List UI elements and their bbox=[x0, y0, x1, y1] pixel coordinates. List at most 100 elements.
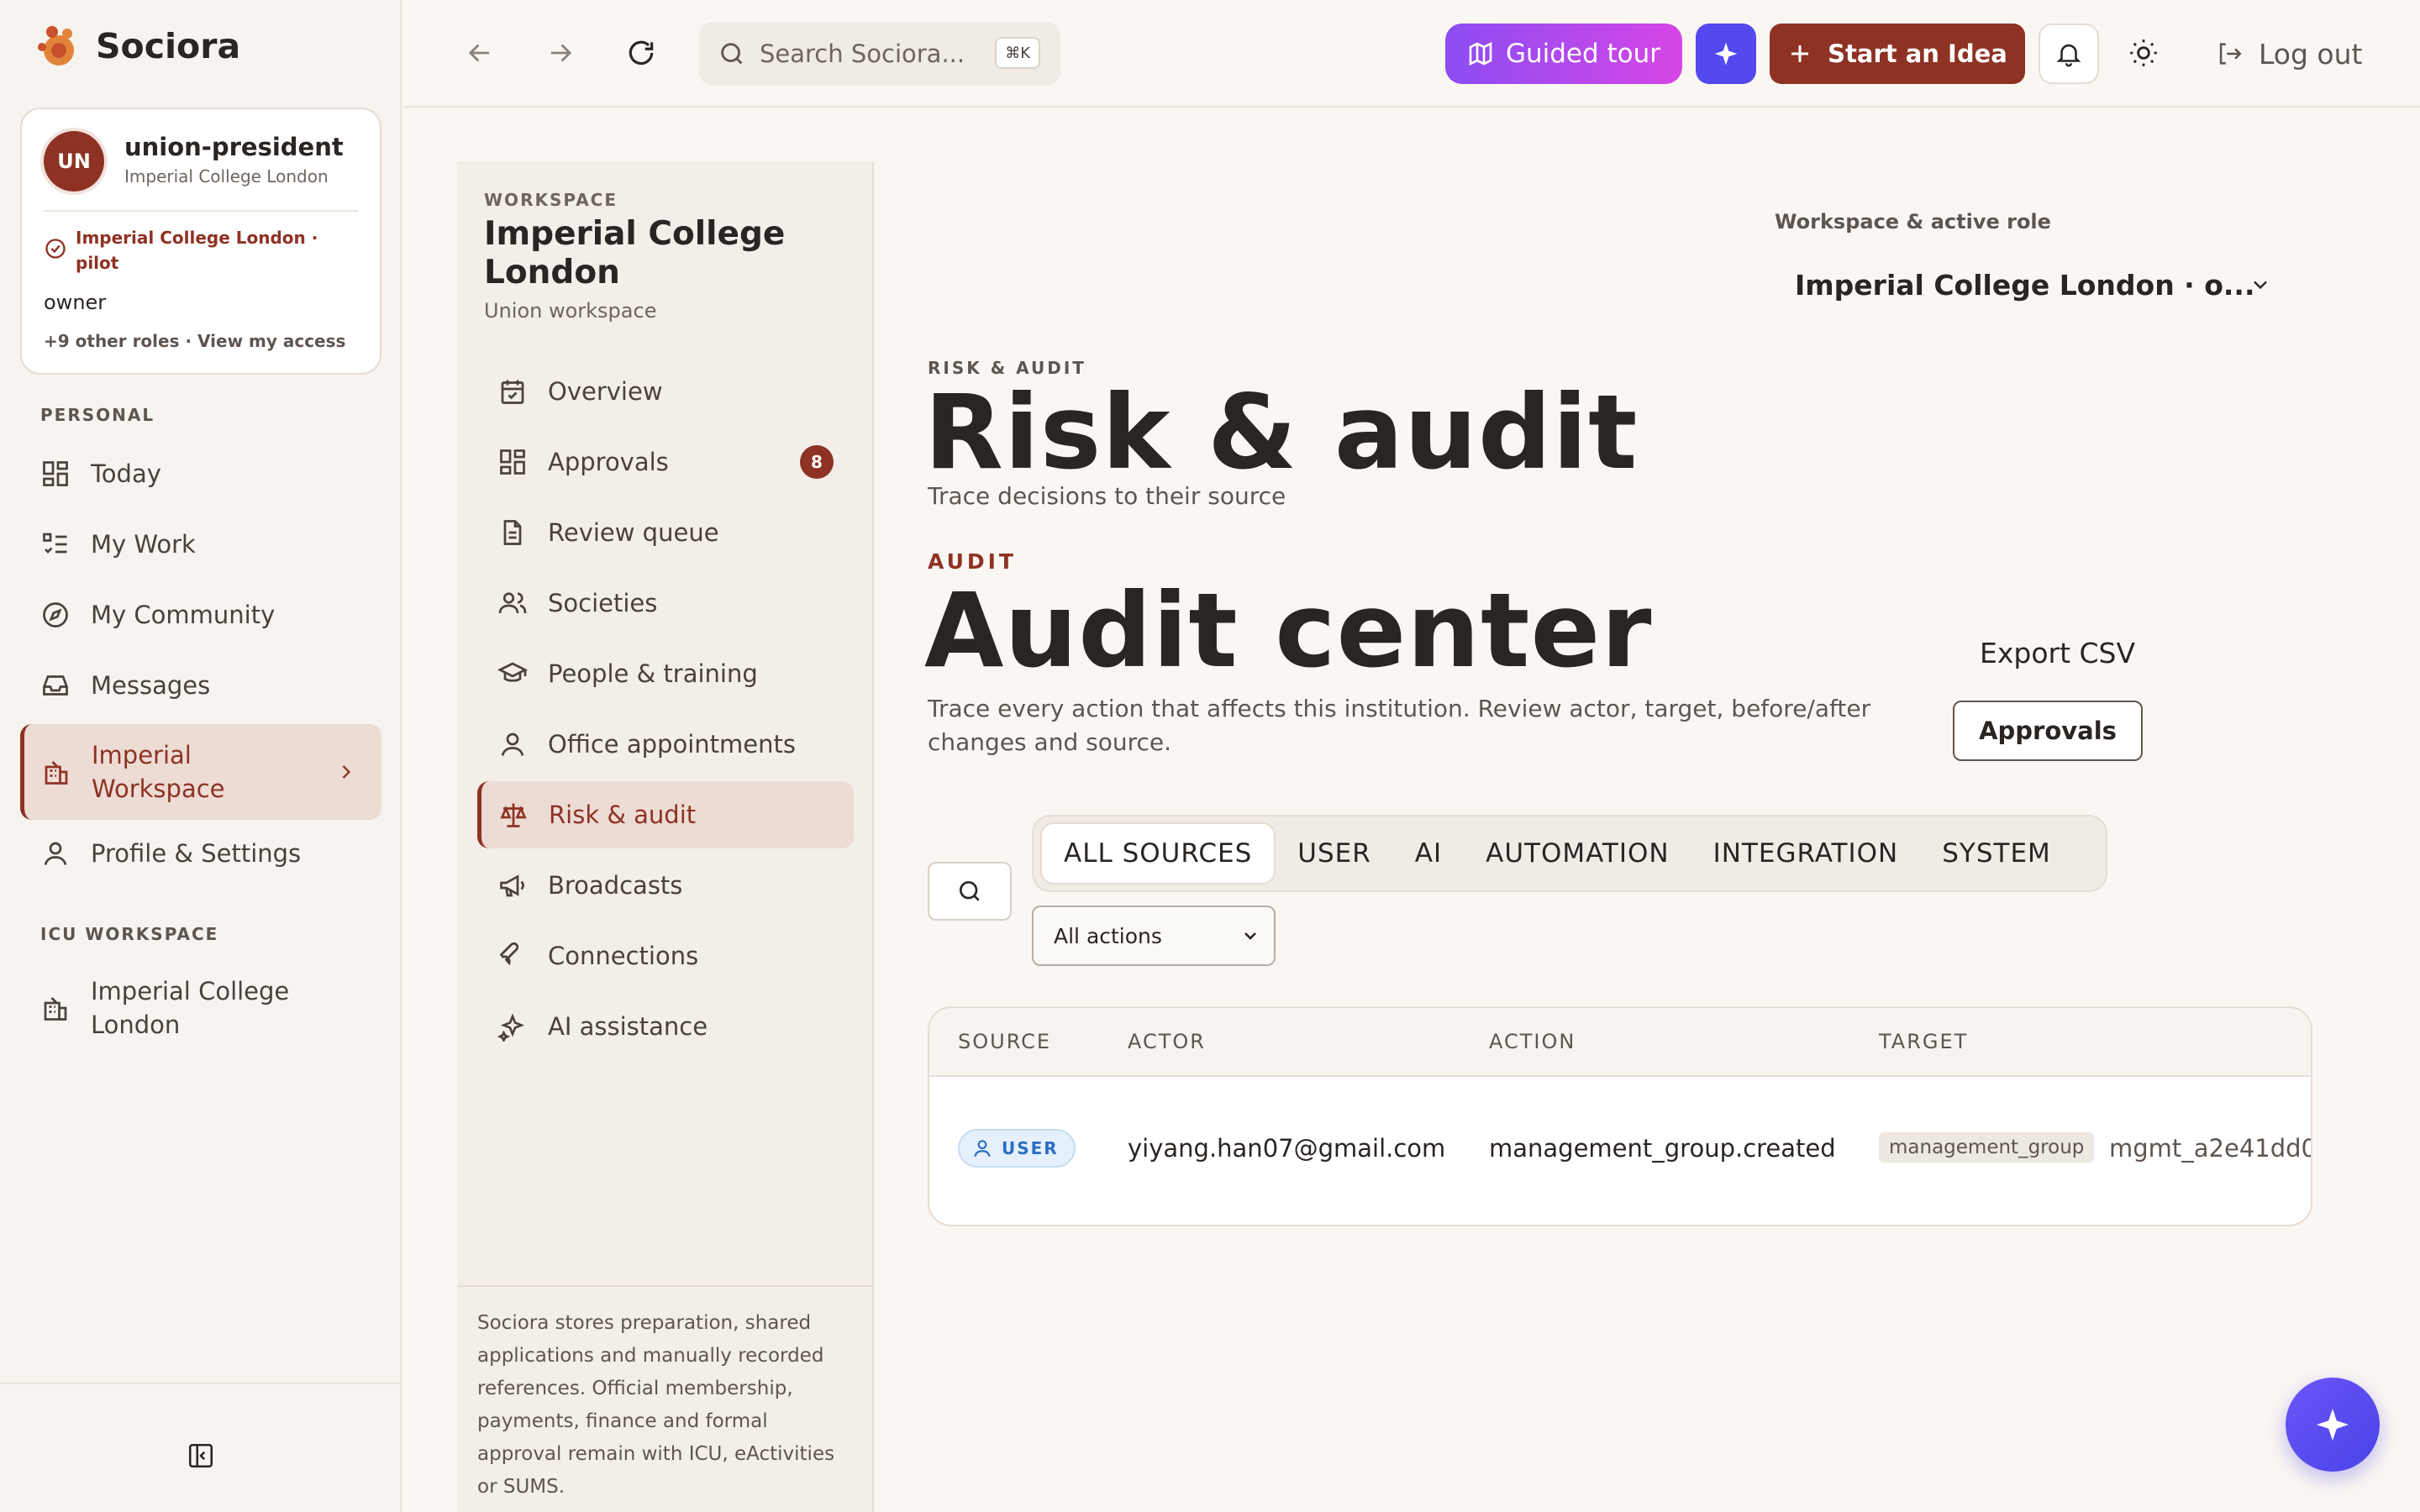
avatar: UN bbox=[44, 131, 104, 192]
column-header-source: SOURCE bbox=[958, 1030, 1052, 1053]
source-label: USER bbox=[1002, 1138, 1059, 1158]
nav-societies[interactable]: Societies bbox=[477, 570, 854, 637]
nav-risk-audit[interactable]: Risk & audit bbox=[477, 781, 854, 848]
calendar-check-icon bbox=[501, 380, 524, 404]
approvals-button[interactable]: Approvals bbox=[1953, 701, 2143, 761]
checklist-icon bbox=[43, 533, 67, 554]
column-header-actor: ACTOR bbox=[1128, 1030, 1206, 1053]
user-card[interactable]: UN union-president Imperial College Lond… bbox=[20, 108, 381, 375]
brand[interactable]: Sociora bbox=[34, 22, 240, 71]
building-icon bbox=[44, 997, 67, 1021]
start-idea-button[interactable]: Start an Idea bbox=[1770, 24, 2025, 84]
filter-user[interactable]: USER bbox=[1276, 822, 1393, 885]
wrench-icon bbox=[499, 942, 519, 966]
sidebar-item-label: Profile & Settings bbox=[91, 839, 302, 868]
nav-overview[interactable]: Overview bbox=[477, 358, 854, 425]
view-access-link[interactable]: +9 other roles · View my access bbox=[44, 331, 345, 351]
notifications-button[interactable] bbox=[2039, 24, 2099, 84]
users-icon bbox=[498, 592, 527, 614]
filter-automation[interactable]: AUTOMATION bbox=[1464, 822, 1691, 885]
page-title: Risk & audit bbox=[924, 373, 1639, 492]
user-icon bbox=[974, 1140, 991, 1158]
filter-all-sources[interactable]: ALL SOURCES bbox=[1040, 822, 1276, 885]
logout-button[interactable]: Log out bbox=[2215, 30, 2362, 77]
user-icon bbox=[44, 842, 67, 865]
nav-broadcasts[interactable]: Broadcasts bbox=[477, 852, 854, 919]
workspace-name: Imperial College London bbox=[484, 215, 786, 291]
section-icu-workspace: ICU WORKSPACE bbox=[40, 924, 219, 944]
user-role: owner bbox=[44, 291, 107, 314]
inbox-icon bbox=[43, 675, 68, 696]
sidebar-item-today[interactable]: Today bbox=[20, 440, 381, 507]
nav-label: Risk & audit bbox=[549, 801, 697, 829]
chevron-right-icon bbox=[342, 765, 351, 779]
search-shortcut: ⌘K bbox=[995, 37, 1040, 69]
section-description: Trace every action that affects this ins… bbox=[928, 695, 1871, 756]
search-input[interactable]: Search Sociora... ⌘K bbox=[699, 22, 1060, 86]
nav-office-appointments[interactable]: Office appointments bbox=[477, 711, 854, 778]
workspace-role-select[interactable]: Imperial College London · o... bbox=[1775, 255, 2296, 314]
nav-review-queue[interactable]: Review queue bbox=[477, 499, 854, 566]
graduation-cap-icon bbox=[497, 662, 528, 682]
user-name: union-president bbox=[124, 133, 344, 161]
start-idea-label: Start an Idea bbox=[1828, 39, 2007, 68]
filter-ai[interactable]: AI bbox=[1393, 822, 1464, 885]
target-type-tag: management_group bbox=[1879, 1132, 2095, 1163]
column-header-action: ACTION bbox=[1489, 1030, 1576, 1053]
search-placeholder: Search Sociora... bbox=[760, 39, 965, 68]
compass-icon bbox=[43, 602, 68, 627]
sidebar-item-imperial-college-london[interactable]: Imperial College London bbox=[20, 961, 381, 1055]
sidebar-item-label: Today bbox=[91, 459, 161, 488]
collapse-sidebar-icon[interactable] bbox=[187, 1441, 215, 1470]
audit-search-button[interactable] bbox=[928, 862, 1012, 921]
logout-label: Log out bbox=[2259, 37, 2363, 71]
sparkles-icon bbox=[497, 1013, 525, 1042]
export-csv-button[interactable]: Export CSV bbox=[1980, 637, 2135, 669]
sociora-logo-icon bbox=[38, 26, 74, 66]
chevron-down-icon bbox=[1244, 932, 1256, 940]
building-icon bbox=[45, 761, 68, 785]
column-header-target: TARGET bbox=[1879, 1030, 1969, 1053]
audit-table: SOURCE ACTOR ACTION TARGET USER yiyang.h… bbox=[928, 1006, 2312, 1226]
sidebar-item-messages[interactable]: Messages bbox=[20, 652, 381, 719]
workspace-subtitle: Union workspace bbox=[484, 299, 657, 323]
filter-integration[interactable]: INTEGRATION bbox=[1691, 822, 1921, 885]
section-personal: PERSONAL bbox=[40, 405, 155, 425]
pilot-status: Imperial College London · pilot bbox=[76, 228, 318, 273]
actions-select[interactable]: All actions bbox=[1032, 906, 1276, 966]
sidebar-item-profile-settings[interactable]: Profile & Settings bbox=[20, 820, 381, 887]
chevron-down-icon bbox=[2254, 281, 2267, 290]
top-bar: Search Sociora... ⌘K Guided tour Start a… bbox=[403, 0, 2420, 108]
refresh-icon[interactable] bbox=[625, 37, 657, 69]
action-cell: management_group.created bbox=[1489, 1134, 1836, 1163]
nav-people-training[interactable]: People & training bbox=[477, 640, 854, 707]
sidebar-footer bbox=[0, 1383, 402, 1512]
nav-ai-assistance[interactable]: AI assistance bbox=[477, 993, 854, 1060]
table-header: SOURCE ACTOR ACTION TARGET bbox=[929, 1008, 2311, 1077]
sidebar-item-imperial-workspace[interactable]: Imperial Workspace bbox=[20, 724, 381, 820]
section-eyebrow: AUDIT bbox=[928, 549, 1017, 574]
document-icon bbox=[503, 520, 522, 545]
check-circle-icon bbox=[45, 239, 66, 259]
sidebar-item-my-work[interactable]: My Work bbox=[20, 511, 381, 578]
nav-connections[interactable]: Connections bbox=[477, 922, 854, 990]
grid-icon bbox=[500, 449, 525, 475]
ai-assistant-button[interactable] bbox=[1696, 24, 1756, 84]
divider bbox=[44, 210, 358, 212]
megaphone-icon bbox=[500, 874, 524, 897]
nav-approvals[interactable]: Approvals 8 bbox=[477, 428, 854, 496]
user-org: Imperial College London bbox=[124, 166, 329, 186]
nav-label: Office appointments bbox=[548, 730, 796, 759]
sidebar-item-my-community[interactable]: My Community bbox=[20, 581, 381, 648]
workspace-role-label: Workspace & active role bbox=[1775, 210, 2051, 234]
guided-tour-button[interactable]: Guided tour bbox=[1445, 24, 1682, 84]
data-notice: Sociora stores preparation, shared appli… bbox=[457, 1285, 872, 1512]
ai-assistant-fab[interactable] bbox=[2286, 1378, 2380, 1472]
sun-icon[interactable] bbox=[2128, 37, 2160, 69]
search-icon bbox=[721, 43, 743, 65]
bell-icon bbox=[2056, 44, 2081, 67]
back-arrow-icon[interactable] bbox=[464, 37, 496, 69]
page-subtitle: Trace decisions to their source bbox=[928, 482, 1286, 510]
forward-arrow-icon[interactable] bbox=[544, 37, 576, 69]
filter-system[interactable]: SYSTEM bbox=[1920, 822, 2073, 885]
